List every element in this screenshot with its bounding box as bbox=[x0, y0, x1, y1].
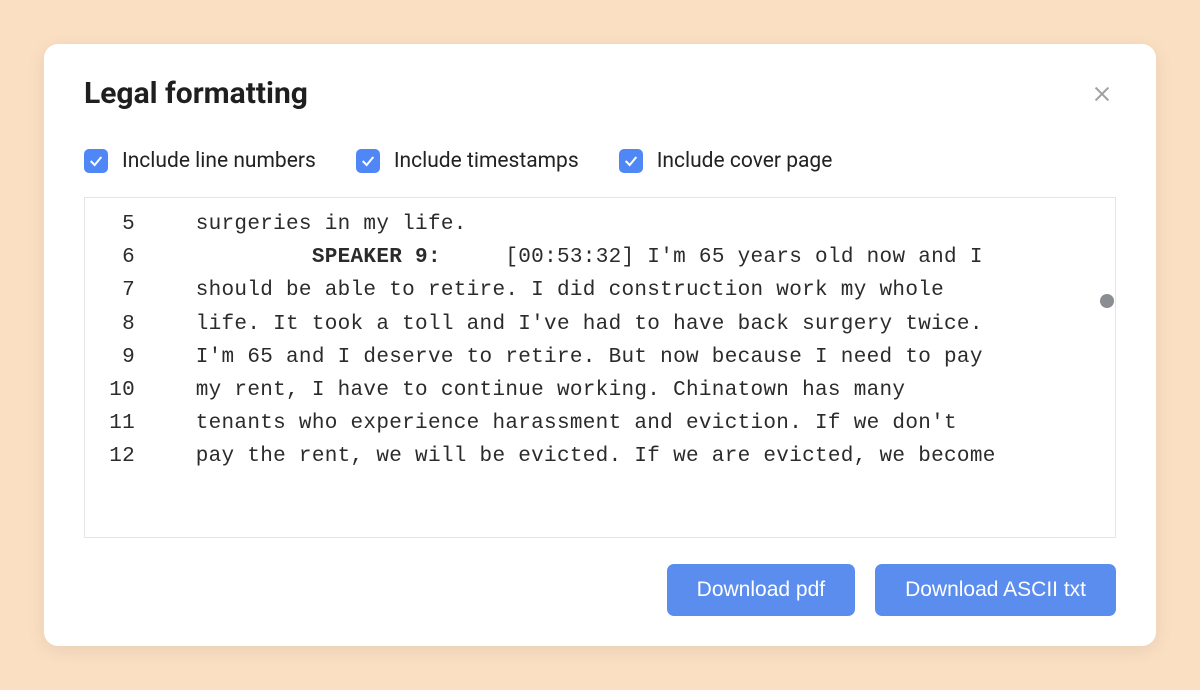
line-number: 11 bbox=[85, 407, 157, 440]
checkbox-line-numbers[interactable] bbox=[84, 149, 108, 173]
modal-header: Legal formatting bbox=[84, 76, 1116, 111]
download-pdf-button[interactable]: Download pdf bbox=[667, 564, 855, 616]
option-label: Include cover page bbox=[657, 149, 833, 173]
close-button[interactable] bbox=[1088, 80, 1116, 108]
transcript-line: 10 my rent, I have to continue working. … bbox=[85, 374, 1099, 407]
check-icon bbox=[623, 153, 639, 169]
options-row: Include line numbers Include timestamps … bbox=[84, 149, 1116, 173]
transcript-line: 8 life. It took a toll and I've had to h… bbox=[85, 308, 1099, 341]
line-number: 8 bbox=[85, 308, 157, 341]
modal-footer: Download pdf Download ASCII txt bbox=[84, 564, 1116, 616]
line-number: 7 bbox=[85, 274, 157, 307]
modal-title: Legal formatting bbox=[84, 76, 308, 111]
scroll-thumb[interactable] bbox=[1100, 294, 1114, 308]
option-label: Include line numbers bbox=[122, 149, 316, 173]
transcript-preview: 5 surgeries in my life.6 SPEAKER 9: [00:… bbox=[84, 197, 1116, 538]
line-text: I'm 65 and I deserve to retire. But now … bbox=[157, 341, 1099, 374]
line-number: 6 bbox=[85, 241, 157, 274]
transcript-line: 5 surgeries in my life. bbox=[85, 208, 1099, 241]
download-ascii-button[interactable]: Download ASCII txt bbox=[875, 564, 1116, 616]
option-label: Include timestamps bbox=[394, 149, 579, 173]
transcript-line: 12 pay the rent, we will be evicted. If … bbox=[85, 440, 1099, 473]
transcript-line: 11 tenants who experience harassment and… bbox=[85, 407, 1099, 440]
check-icon bbox=[88, 153, 104, 169]
line-number: 9 bbox=[85, 341, 157, 374]
transcript-line: 9 I'm 65 and I deserve to retire. But no… bbox=[85, 341, 1099, 374]
checkbox-cover-page[interactable] bbox=[619, 149, 643, 173]
line-text: SPEAKER 9: [00:53:32] I'm 65 years old n… bbox=[157, 241, 1099, 274]
check-icon bbox=[360, 153, 376, 169]
option-line-numbers[interactable]: Include line numbers bbox=[84, 149, 316, 173]
line-number: 10 bbox=[85, 374, 157, 407]
line-text: pay the rent, we will be evicted. If we … bbox=[157, 440, 1099, 473]
option-timestamps[interactable]: Include timestamps bbox=[356, 149, 579, 173]
line-text: surgeries in my life. bbox=[157, 208, 1099, 241]
speaker-label: SPEAKER 9: bbox=[312, 246, 441, 269]
line-text: life. It took a toll and I've had to hav… bbox=[157, 308, 1099, 341]
legal-formatting-modal: Legal formatting Include line numbers In… bbox=[44, 44, 1156, 646]
line-text: should be able to retire. I did construc… bbox=[157, 274, 1099, 307]
close-icon bbox=[1091, 83, 1113, 105]
line-text: tenants who experience harassment and ev… bbox=[157, 407, 1099, 440]
transcript-line: 7 should be able to retire. I did constr… bbox=[85, 274, 1099, 307]
checkbox-timestamps[interactable] bbox=[356, 149, 380, 173]
line-text: my rent, I have to continue working. Chi… bbox=[157, 374, 1099, 407]
transcript-scrollbar[interactable] bbox=[1099, 198, 1115, 537]
line-number: 12 bbox=[85, 440, 157, 473]
transcript-body: 5 surgeries in my life.6 SPEAKER 9: [00:… bbox=[85, 198, 1099, 537]
option-cover-page[interactable]: Include cover page bbox=[619, 149, 833, 173]
transcript-line: 6 SPEAKER 9: [00:53:32] I'm 65 years old… bbox=[85, 241, 1099, 274]
timestamp: [00:53:32] bbox=[505, 246, 634, 269]
line-number: 5 bbox=[85, 208, 157, 241]
